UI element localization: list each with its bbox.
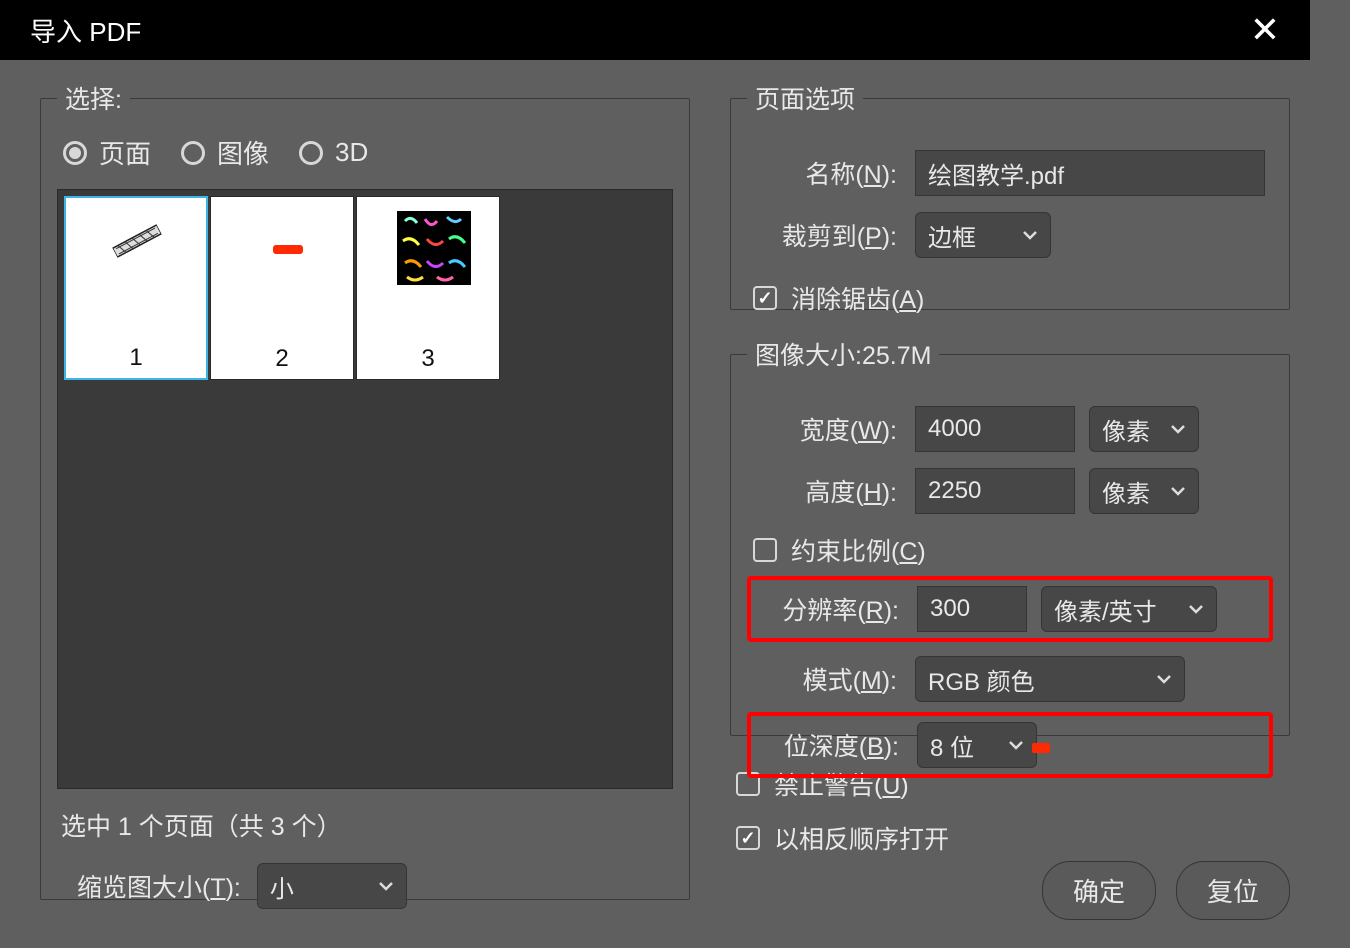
height-label: 高度(H): xyxy=(747,473,897,509)
select-panel: 选择: 页面 图像 3D xyxy=(40,80,690,900)
thumbnail-2[interactable]: 2 xyxy=(210,196,354,380)
reverse-order-checkbox[interactable] xyxy=(736,826,760,850)
name-label: 名称(N): xyxy=(747,155,897,191)
bitdepth-select[interactable]: 8 位 xyxy=(917,722,1037,768)
thumbnail-1[interactable]: 1 xyxy=(64,196,208,380)
image-size-panel: 图像大小:25.7M 宽度(W): 像素 高度(H): 像素 xyxy=(730,336,1290,736)
constrain-label: 约束比例(C) xyxy=(791,532,926,568)
select-legend: 选择: xyxy=(57,80,130,116)
chevron-down-icon xyxy=(1156,673,1172,685)
crop-select[interactable]: 边框 xyxy=(915,212,1051,258)
thumb2-sketch-icon xyxy=(273,245,303,254)
red-marker-icon xyxy=(1032,743,1050,753)
reverse-order-label: 以相反顺序打开 xyxy=(774,820,949,856)
page-options-legend: 页面选项 xyxy=(747,80,863,116)
width-unit-select[interactable]: 像素 xyxy=(1089,406,1199,452)
height-unit-select[interactable]: 像素 xyxy=(1089,468,1199,514)
thumbnail-3[interactable]: 3 xyxy=(356,196,500,380)
height-input[interactable] xyxy=(915,468,1075,514)
select-radio-group: 页面 图像 3D xyxy=(57,134,673,171)
radio-pages[interactable]: 页面 xyxy=(63,134,151,171)
bitdepth-label: 位深度(B): xyxy=(759,727,899,763)
thumbnail-area[interactable]: 1 2 xyxy=(57,189,673,789)
resolution-unit-select[interactable]: 像素/英寸 xyxy=(1041,586,1217,632)
chevron-down-icon xyxy=(378,880,394,892)
thumbnail-2-number: 2 xyxy=(275,345,288,373)
resolution-highlight: 分辨率(R): 像素/英寸 xyxy=(747,576,1273,642)
bitdepth-highlight: 位深度(B): 8 位 xyxy=(747,712,1273,778)
dialog-title: 导入 PDF xyxy=(30,12,141,49)
crop-label: 裁剪到(P): xyxy=(747,217,897,253)
close-icon[interactable]: ✕ xyxy=(1250,9,1280,51)
radio-3d[interactable]: 3D xyxy=(299,137,368,168)
thumb1-sketch-icon xyxy=(110,220,164,263)
selection-status: 选中 1 个页面（共 3 个） xyxy=(57,807,673,843)
mode-label: 模式(M): xyxy=(747,661,897,697)
import-pdf-dialog: 导入 PDF ✕ 选择: 页面 图像 3D xyxy=(0,0,1310,930)
chevron-down-icon xyxy=(1188,603,1204,615)
antialias-checkbox[interactable] xyxy=(753,286,777,310)
chevron-down-icon xyxy=(1022,229,1038,241)
mode-select[interactable]: RGB 颜色 xyxy=(915,656,1185,702)
thumb3-sketch-icon xyxy=(397,211,471,285)
chevron-down-icon xyxy=(1008,739,1024,751)
name-input[interactable] xyxy=(915,150,1265,196)
chevron-down-icon xyxy=(1170,423,1186,435)
thumbnail-3-number: 3 xyxy=(421,345,434,373)
resolution-input[interactable] xyxy=(917,586,1027,632)
resolution-label: 分辨率(R): xyxy=(759,591,899,627)
titlebar: 导入 PDF ✕ xyxy=(0,0,1310,60)
width-input[interactable] xyxy=(915,406,1075,452)
reset-button[interactable]: 复位 xyxy=(1176,861,1290,920)
radio-images[interactable]: 图像 xyxy=(181,134,269,171)
chevron-down-icon xyxy=(1170,485,1186,497)
thumbnail-size-label: 缩览图大小(T): xyxy=(77,868,241,904)
thumbnail-1-number: 1 xyxy=(129,344,142,372)
image-size-legend: 图像大小:25.7M xyxy=(747,336,939,372)
ok-button[interactable]: 确定 xyxy=(1042,861,1156,920)
page-options-panel: 页面选项 名称(N): 裁剪到(P): 边框 消除锯齿(A) xyxy=(730,80,1290,310)
antialias-label: 消除锯齿(A) xyxy=(791,280,924,316)
constrain-checkbox[interactable] xyxy=(753,538,777,562)
width-label: 宽度(W): xyxy=(747,411,897,447)
thumbnail-size-select[interactable]: 小 xyxy=(257,863,407,909)
